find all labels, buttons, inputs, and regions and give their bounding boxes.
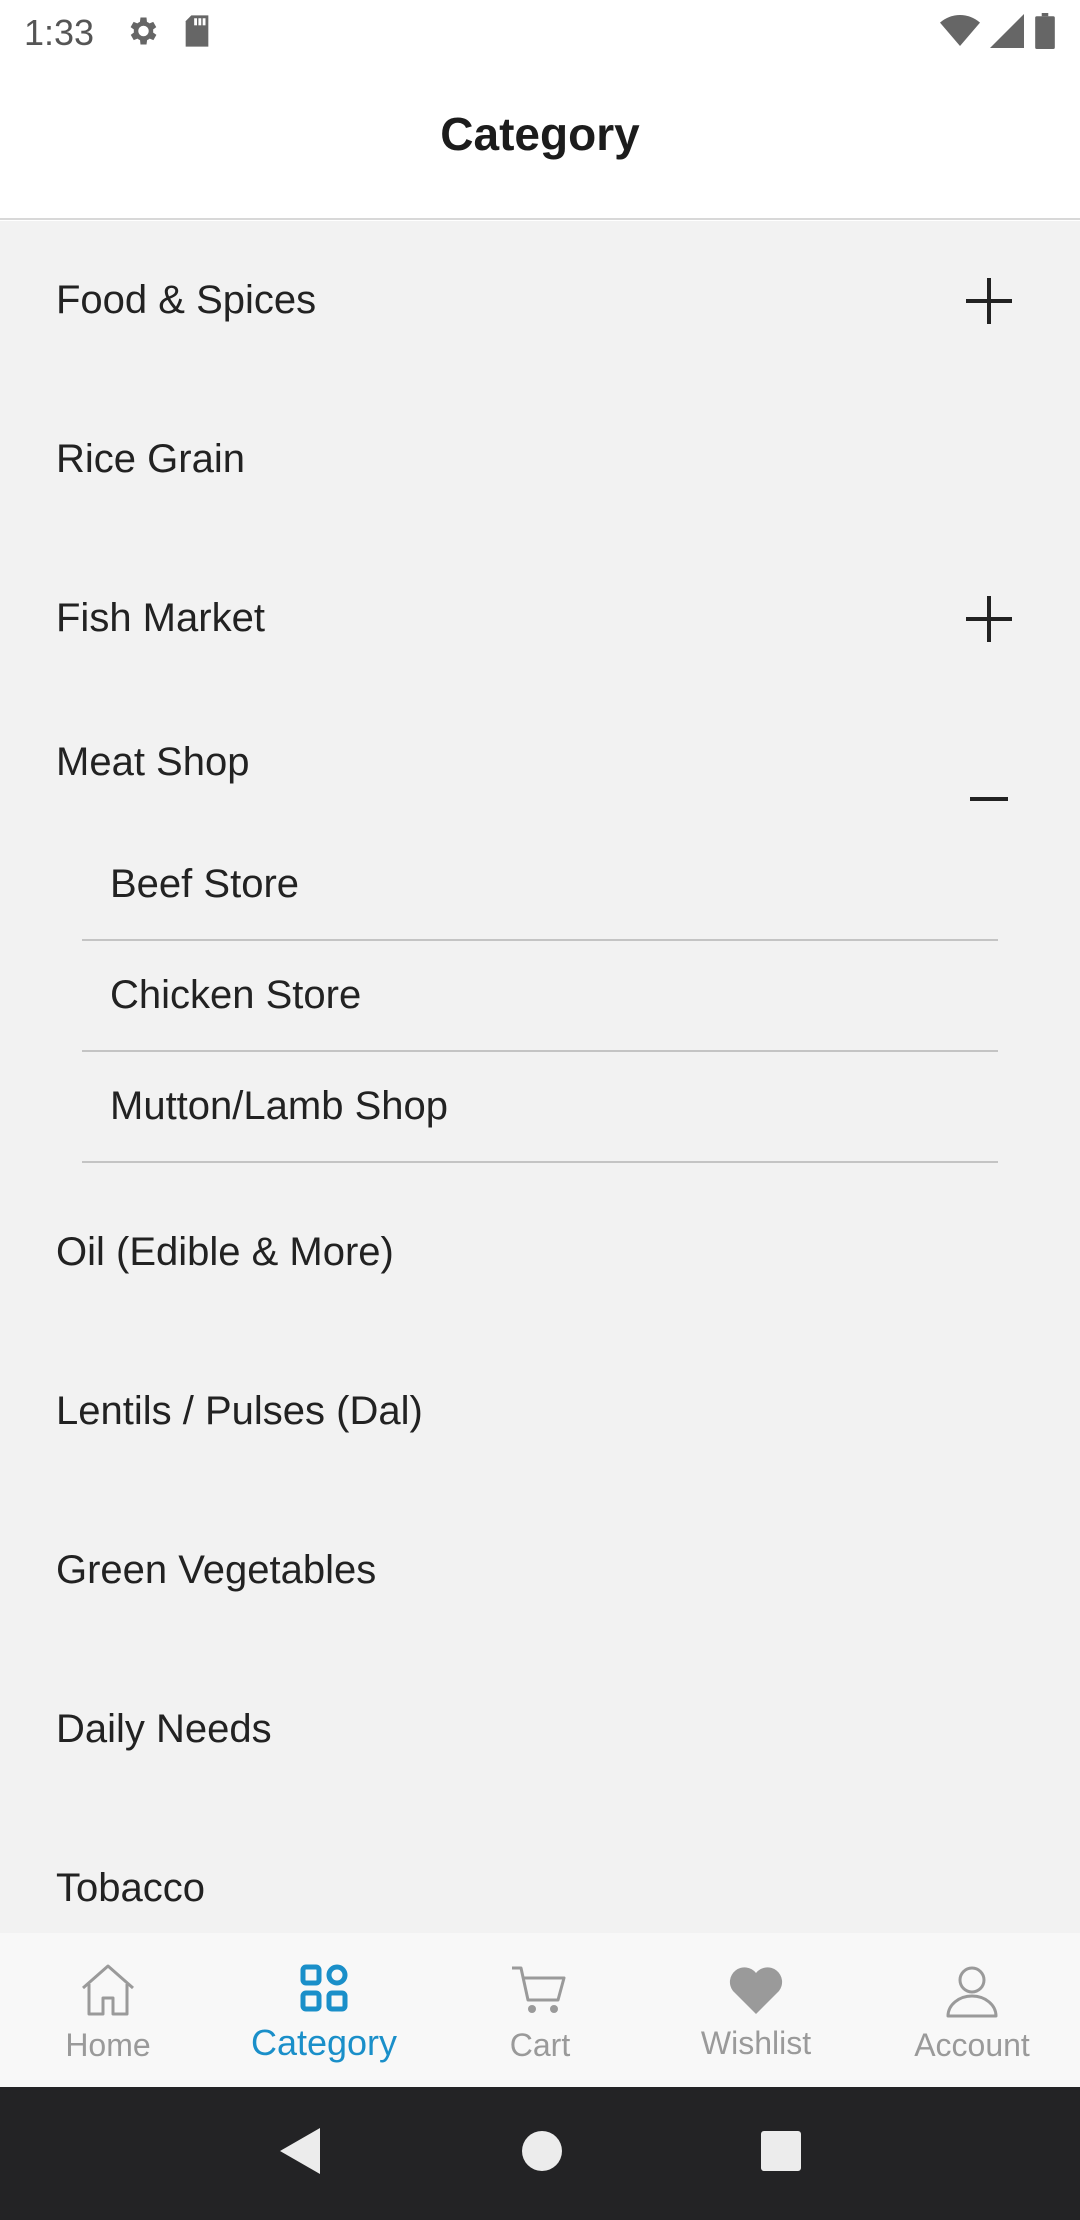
status-time: 1:33 [24,12,95,53]
page-title: Category [440,108,640,160]
category-item-lentils-pulses[interactable]: Lentils / Pulses (Dal) [0,1332,1080,1491]
category-label: Fish Market [56,596,265,640]
nav-label: Account [914,2027,1030,2063]
category-item-tobacco[interactable]: Tobacco [0,1809,1080,1933]
recents-icon[interactable] [760,2130,802,2177]
category-label: Meat Shop [56,740,250,784]
cart-icon [510,1962,570,2023]
person-icon [944,1962,1000,2023]
nav-item-category[interactable]: Category [216,1933,432,2087]
subcategory-list: Beef Store Chicken Store Mutton/Lamb Sho… [82,830,998,1163]
subcategory-item-chicken-store[interactable]: Chicken Store [82,941,998,1052]
nav-label: Cart [509,2027,571,2063]
nav-item-cart[interactable]: Cart [432,1933,648,2087]
plus-icon[interactable] [966,277,1012,324]
category-label: Oil (Edible & More) [56,1230,394,1274]
category-label: Tobacco [56,1866,205,1910]
battery-icon [1034,12,1056,54]
bottom-nav: Home Category Cart Wishlist Account [0,1933,1080,2087]
nav-label: Category [250,2021,398,2063]
nav-item-home[interactable]: Home [0,1933,216,2087]
category-item-oil[interactable]: Oil (Edible & More) [0,1173,1080,1332]
subcategory-item-mutton-lamb-shop[interactable]: Mutton/Lamb Shop [82,1052,998,1163]
category-label: Rice Grain [56,437,245,481]
plus-icon[interactable] [966,595,1012,642]
subcategory-label: Chicken Store [110,973,362,1017]
home-icon [79,1962,137,2023]
nav-label: Wishlist [700,2025,812,2061]
category-item-fish-market[interactable]: Fish Market [0,539,1080,698]
status-bar: 1:33 [0,0,1080,66]
back-icon[interactable] [278,2126,324,2181]
category-label: Lentils / Pulses (Dal) [56,1389,423,1433]
cell-signal-icon [990,13,1024,53]
category-item-green-vegetables[interactable]: Green Vegetables [0,1491,1080,1650]
category-item-meat-shop[interactable]: Meat Shop [0,698,1080,830]
subcategory-label: Mutton/Lamb Shop [110,1084,448,1128]
wifi-icon [940,14,980,53]
home-circle-icon[interactable] [520,2129,564,2178]
category-list[interactable]: Food & Spices Rice Grain Fish Market Mea… [0,221,1080,1933]
subcategory-label: Beef Store [110,862,300,906]
nav-item-account[interactable]: Account [864,1933,1080,2087]
category-item-rice-grain[interactable]: Rice Grain [0,380,1080,539]
category-item-daily-needs[interactable]: Daily Needs [0,1650,1080,1809]
system-nav-bar [0,2087,1080,2220]
category-label: Food & Spices [56,278,317,322]
minus-icon[interactable] [966,776,1012,822]
heart-icon [727,1964,785,2021]
category-label: Green Vegetables [56,1548,377,1592]
subcategory-item-beef-store[interactable]: Beef Store [82,830,998,941]
grid-icon [299,1963,349,2018]
app-header: Category [0,66,1080,220]
settings-gear-icon [124,13,160,54]
nav-label: Home [65,2027,151,2063]
category-label: Daily Needs [56,1707,272,1751]
sd-card-icon [182,14,212,53]
category-item-food-spices[interactable]: Food & Spices [0,221,1080,380]
nav-item-wishlist[interactable]: Wishlist [648,1933,864,2087]
